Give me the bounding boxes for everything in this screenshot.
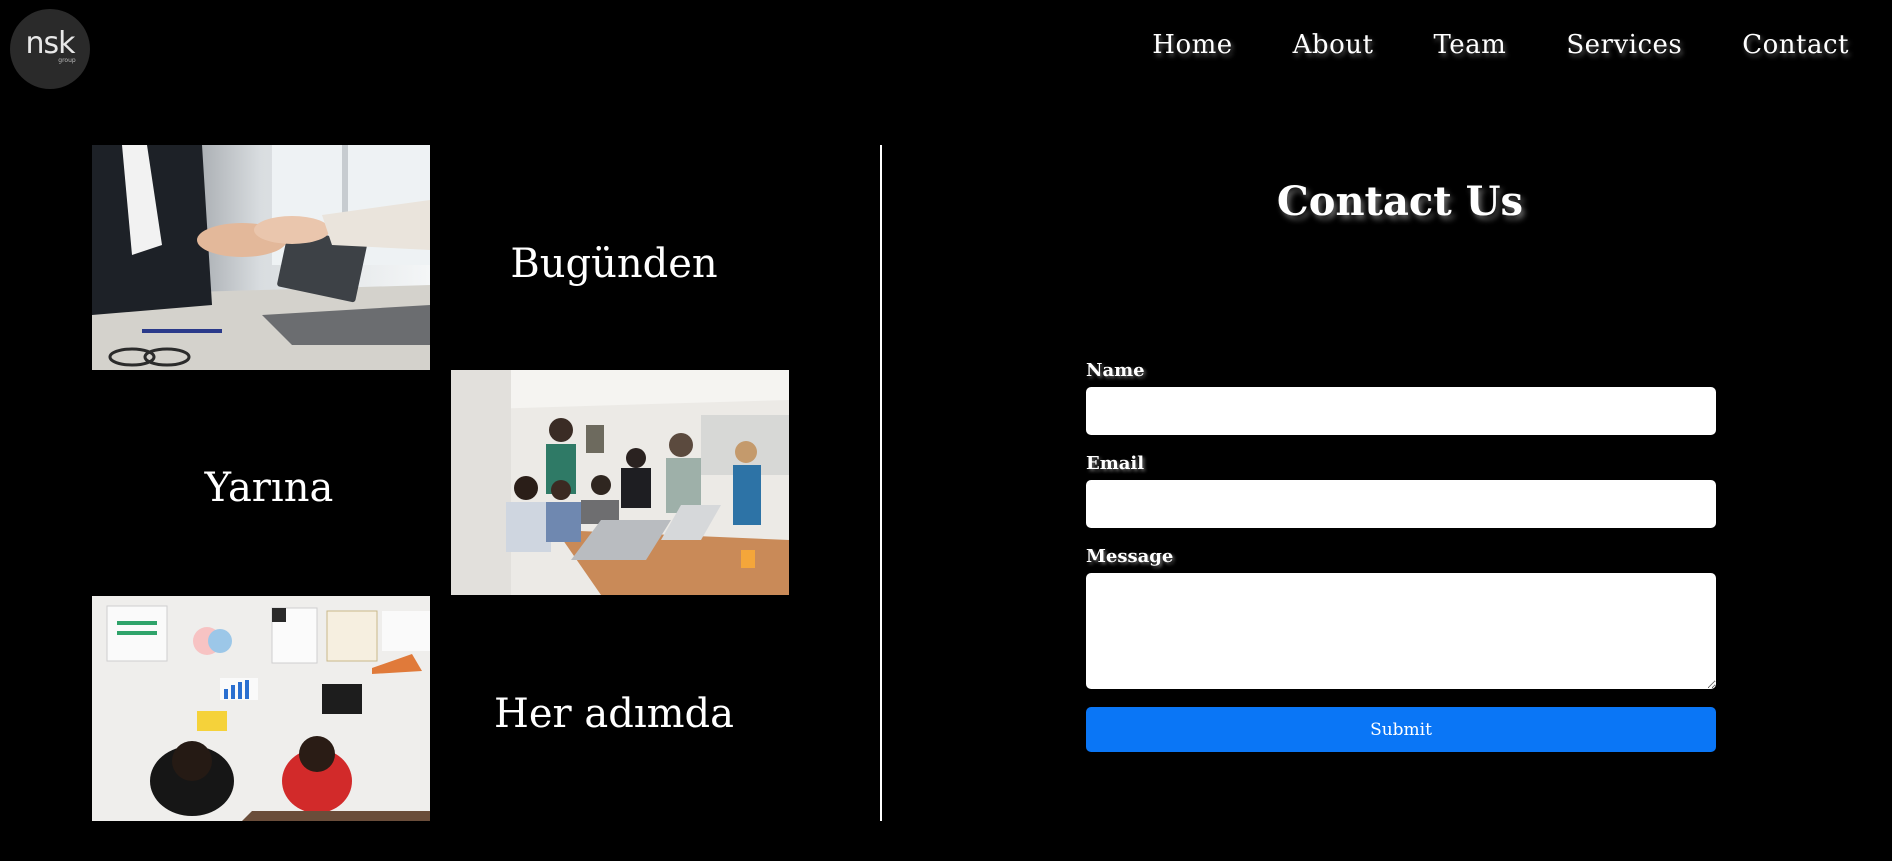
- submit-button[interactable]: Submit: [1086, 707, 1716, 752]
- caption-bugunden: Bugünden: [510, 241, 718, 287]
- logo-text: nsk: [25, 25, 75, 61]
- name-label: Name: [1086, 360, 1145, 381]
- desk-workshop-photo: [92, 596, 430, 821]
- site-header: nsk group Home About Team Services Conta…: [0, 0, 1892, 100]
- nav-services[interactable]: Services: [1566, 30, 1682, 60]
- message-label: Message: [1086, 546, 1174, 567]
- caption-her-adimda: Her adımda: [493, 691, 735, 737]
- contact-form: Name Email Message Submit: [1086, 360, 1716, 752]
- main-nav: Home About Team Services Contact: [1152, 30, 1849, 60]
- nav-team[interactable]: Team: [1433, 30, 1506, 60]
- logo[interactable]: nsk group: [10, 9, 90, 89]
- nav-home[interactable]: Home: [1152, 30, 1232, 60]
- name-field[interactable]: [1086, 387, 1716, 435]
- nav-about[interactable]: About: [1293, 30, 1374, 60]
- caption-yarina: Yarına: [204, 465, 334, 511]
- nav-contact[interactable]: Contact: [1742, 30, 1849, 60]
- handshake-photo: [92, 145, 430, 370]
- logo-subtext: group: [58, 56, 76, 64]
- email-field[interactable]: [1086, 480, 1716, 528]
- email-label: Email: [1086, 453, 1145, 474]
- team-meeting-photo: [451, 370, 789, 595]
- vertical-divider: [880, 145, 882, 821]
- contact-title: Contact Us: [1276, 178, 1524, 225]
- message-textarea[interactable]: [1086, 573, 1716, 689]
